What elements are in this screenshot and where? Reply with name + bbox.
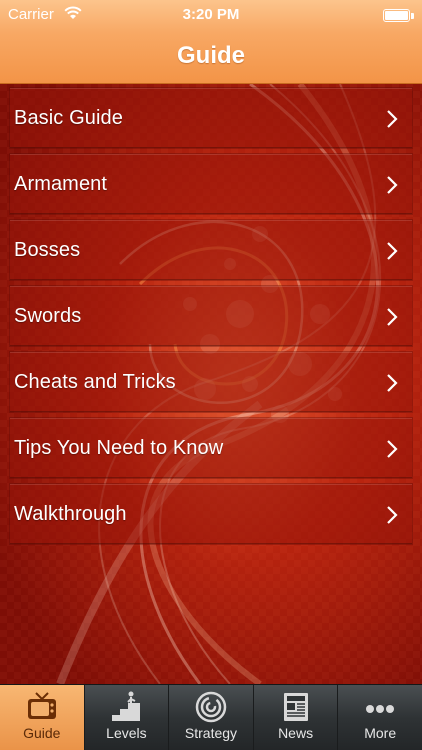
navigation-bar: Carrier 3:20 PM Guide [0,0,422,84]
tab-more[interactable]: More [338,685,422,750]
list-item-label: Basic Guide [14,107,123,129]
list-item-cheats-and-tricks[interactable]: Cheats and Tricks [10,352,412,412]
chevron-right-icon [387,506,398,524]
list-item-label: Cheats and Tricks [14,371,176,393]
page-title: Guide [176,42,245,69]
list-item-basic-guide[interactable]: Basic Guide [10,88,412,148]
list-item-label: Walkthrough [14,503,127,525]
tab-label: Levels [106,725,147,741]
list-item-tips[interactable]: Tips You Need to Know [10,418,412,478]
chevron-right-icon [387,374,398,392]
guide-list: Basic Guide Armament Bosses Swords Cheat… [10,88,412,550]
chevron-right-icon [387,308,398,326]
more-dots-icon [366,705,395,713]
chevron-right-icon [387,176,398,194]
list-item-bosses[interactable]: Bosses [10,220,412,280]
tv-icon [27,692,56,719]
tab-bar: Guide Levels Strategy News More [0,684,422,750]
tab-strategy[interactable]: Strategy [169,685,254,750]
tab-news[interactable]: News [254,685,339,750]
maze-icon [195,691,227,723]
list-item-label: Bosses [14,239,81,261]
battery-tip [411,13,414,19]
chevron-right-icon [387,242,398,260]
tab-levels[interactable]: Levels [85,685,170,750]
tab-label: Guide [23,725,61,741]
list-item-label: Tips You Need to Know [14,437,224,459]
list-item-armament[interactable]: Armament [10,154,412,214]
tab-label: News [278,725,314,741]
list-item-label: Armament [14,173,108,195]
list-item-label: Swords [14,305,82,327]
newspaper-icon [283,693,308,721]
battery-icon [383,9,410,22]
climber-icon [112,691,141,721]
chevron-right-icon [387,110,398,128]
status-bar: Carrier 3:20 PM [0,0,422,30]
chevron-right-icon [387,440,398,458]
tab-label: More [364,725,397,741]
list-item-walkthrough[interactable]: Walkthrough [10,484,412,544]
tab-label: Strategy [184,725,238,741]
list-item-swords[interactable]: Swords [10,286,412,346]
tab-guide[interactable]: Guide [0,685,85,750]
status-time: 3:20 PM [182,6,240,23]
